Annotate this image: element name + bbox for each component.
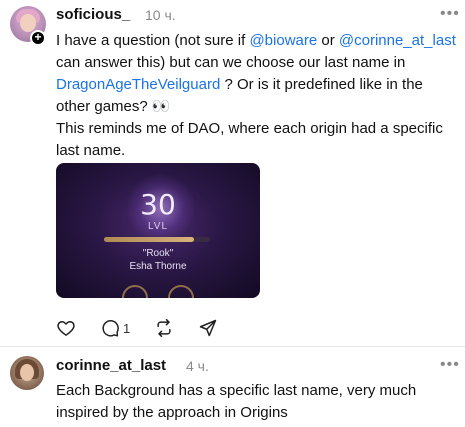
level-label: LVL xyxy=(147,221,169,232)
reply-username[interactable]: corinne_at_last xyxy=(56,357,166,374)
reply-body: Each Background has a specific last name… xyxy=(56,382,417,421)
post-body: I have a question (not sure if @bioware … xyxy=(56,30,461,118)
post-text-part: or xyxy=(317,32,339,49)
xp-bar-fill xyxy=(104,237,195,242)
repost-button[interactable] xyxy=(154,318,174,338)
reply-time[interactable]: 4 ч. xyxy=(186,358,209,374)
like-button[interactable] xyxy=(56,318,76,338)
comment-icon xyxy=(102,320,119,337)
post-text-part: can answer this) but can we choose our l… xyxy=(56,54,406,71)
reply-button[interactable]: 1 xyxy=(100,318,130,338)
thread-divider xyxy=(0,346,465,347)
ring-icon xyxy=(168,285,194,298)
repost-icon xyxy=(157,318,171,338)
mention-link[interactable]: @corinne_at_last xyxy=(339,32,456,49)
more-options-icon[interactable]: ••• xyxy=(440,5,460,23)
share-button[interactable] xyxy=(198,318,218,338)
ring-icon xyxy=(122,285,148,298)
reply-count: 1 xyxy=(123,320,131,336)
hashtag-link[interactable]: DragonAgeTheVeilguard xyxy=(56,76,220,93)
post-username[interactable]: soficious_ xyxy=(56,6,130,23)
reply-more-options-icon[interactable]: ••• xyxy=(440,356,460,374)
avatar-face xyxy=(20,364,34,381)
level-number: 30 xyxy=(140,188,176,221)
post-image[interactable]: 30 LVL "Rook" Esha Thorne xyxy=(56,163,260,298)
heart-icon xyxy=(57,321,75,336)
character-nickname: "Rook" xyxy=(142,248,174,259)
send-icon xyxy=(199,319,217,337)
reply-avatar[interactable] xyxy=(10,356,44,390)
character-name: Esha Thorne xyxy=(129,261,187,272)
post-text-part: I have a question (not sure if xyxy=(56,32,250,49)
post-time[interactable]: 10 ч. xyxy=(145,7,176,23)
xp-bar xyxy=(104,237,210,242)
follow-plus-icon[interactable]: + xyxy=(30,30,46,46)
post-body-line2: This reminds me of DAO, where each origi… xyxy=(56,120,443,159)
mention-link[interactable]: @bioware xyxy=(249,32,317,49)
